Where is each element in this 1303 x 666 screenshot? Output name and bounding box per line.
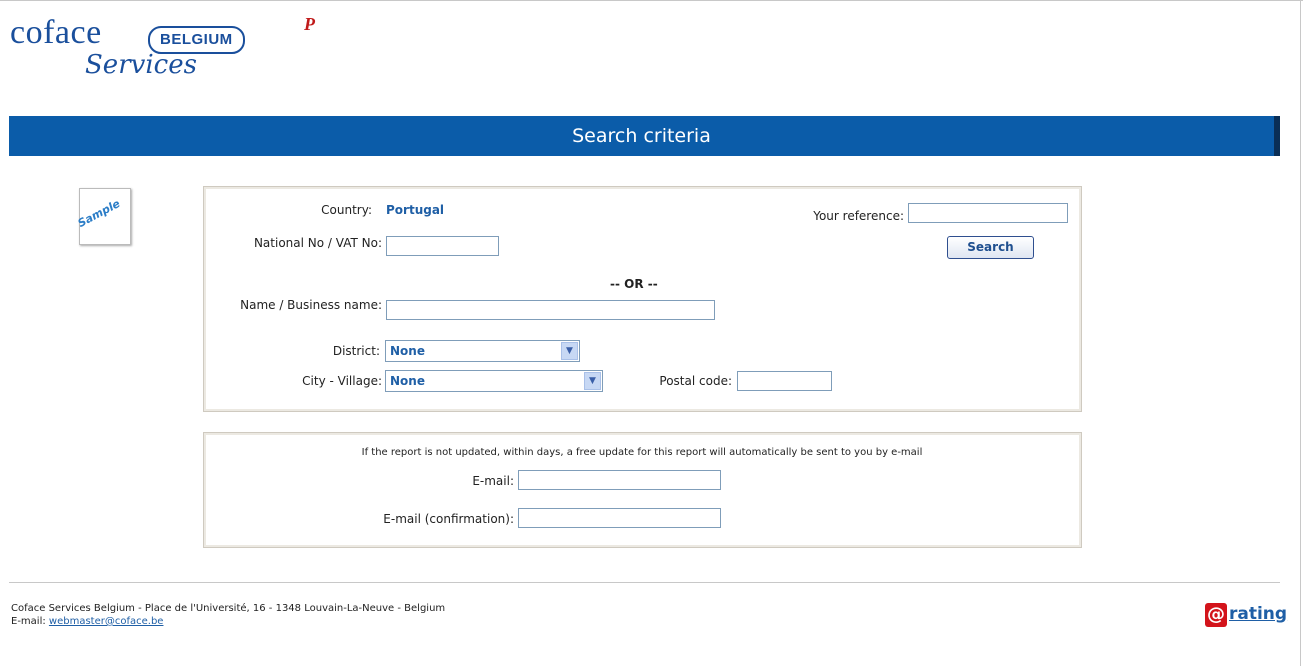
top-border [0, 0, 1303, 1]
rating-link-label: rating [1229, 604, 1288, 624]
email-input[interactable] [518, 470, 721, 490]
city-label: City - Village: [302, 374, 382, 388]
city-select[interactable]: None ▼ [385, 370, 603, 392]
city-selected: None [390, 374, 425, 388]
country-label: Country: [321, 203, 372, 217]
logo-subtitle: Services [85, 50, 197, 80]
search-button[interactable]: Search [947, 236, 1034, 259]
district-select[interactable]: None ▼ [385, 340, 580, 362]
logo-brand: coface [10, 14, 102, 51]
chevron-down-icon[interactable]: ▼ [561, 342, 578, 360]
reference-input[interactable] [908, 203, 1068, 223]
footer-email-line: E-mail: webmaster@coface.be [11, 615, 445, 628]
postal-code-input[interactable] [737, 371, 832, 391]
district-label: District: [332, 344, 380, 358]
footer-email-label: E-mail: [11, 616, 46, 627]
update-notice: If the report is not updated, within day… [361, 447, 923, 458]
reference-label: Your reference: [813, 209, 904, 223]
footer-email-link[interactable]: webmaster@coface.be [49, 616, 164, 627]
footer-divider [9, 582, 1280, 583]
chevron-down-icon[interactable]: ▼ [584, 372, 601, 390]
name-label: Name / Business name: [240, 298, 382, 312]
at-icon: @ [1205, 603, 1227, 627]
right-border [1300, 0, 1301, 666]
email-label: E-mail: [472, 474, 514, 488]
email-confirm-label: E-mail (confirmation): [383, 512, 514, 526]
coface-logo: coface BELGIUM P Services [10, 8, 350, 98]
sample-badge-label: Sample [75, 196, 123, 231]
page-banner: Search criteria [9, 116, 1280, 156]
page-title: Search criteria [572, 125, 711, 147]
country-value: Portugal [386, 203, 445, 217]
sample-badge: Sample [75, 188, 131, 245]
email-confirm-input[interactable] [518, 508, 721, 528]
footer: Coface Services Belgium - Place de l'Uni… [11, 602, 445, 628]
logo-mark: P [304, 14, 315, 34]
rating-logo[interactable]: @ rating [1205, 603, 1287, 627]
postal-code-label: Postal code: [659, 374, 732, 388]
or-separator: -- OR -- [610, 277, 658, 291]
footer-address: Coface Services Belgium - Place de l'Uni… [11, 603, 446, 614]
national-no-input[interactable] [386, 236, 499, 256]
national-no-label: National No / VAT No: [253, 236, 382, 250]
name-input[interactable] [386, 300, 715, 320]
district-selected: None [390, 344, 425, 358]
